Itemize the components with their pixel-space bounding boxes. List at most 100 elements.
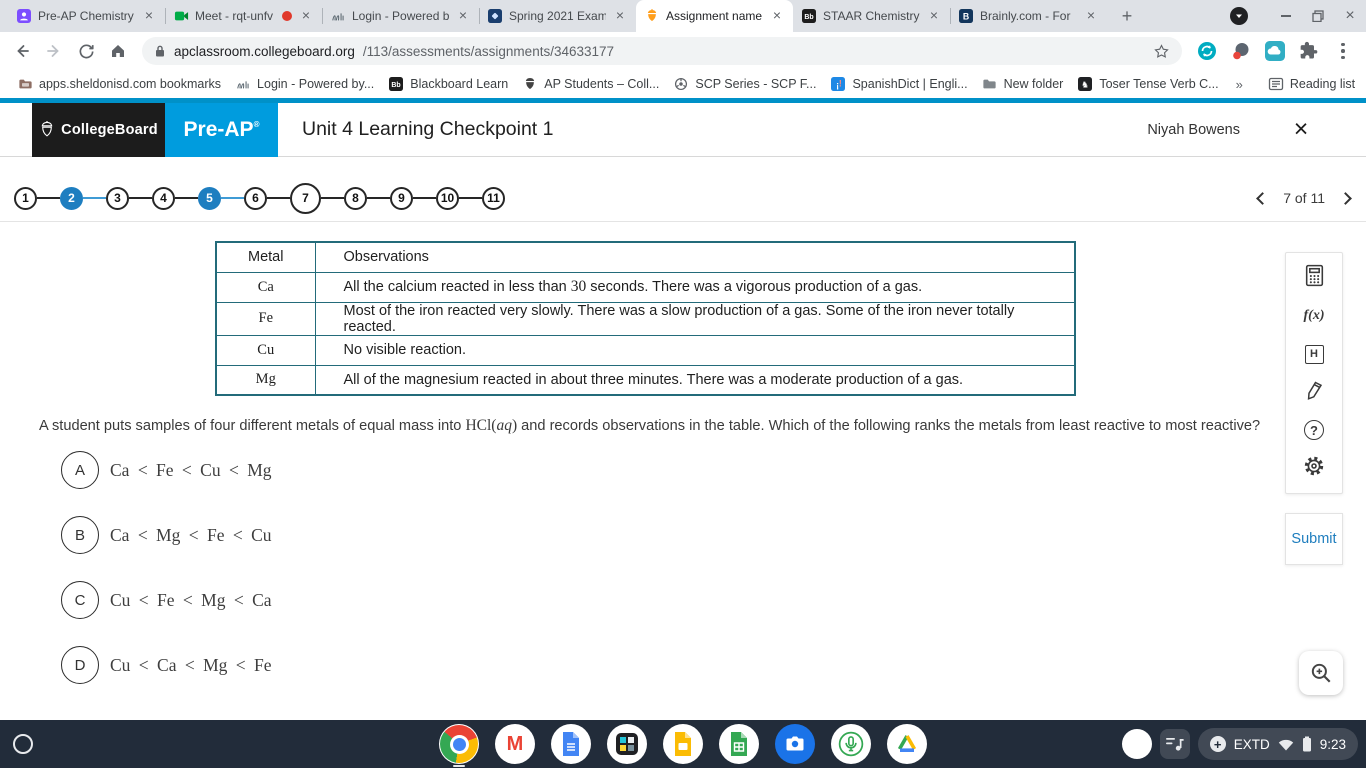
- observations-table: Metal Observations Ca All the calcium rea…: [215, 241, 1076, 396]
- notification-bubble[interactable]: [1121, 729, 1152, 759]
- option-b-radio[interactable]: B: [61, 516, 99, 554]
- tab-login-powered-b[interactable]: Login - Powered b ×: [322, 0, 479, 32]
- close-window-button[interactable]: ×: [1334, 0, 1366, 32]
- pen-icon: [1302, 378, 1326, 407]
- tab-close-icon[interactable]: ×: [1083, 8, 1099, 24]
- calculator-tool-button[interactable]: [1296, 261, 1332, 295]
- bookmark-spanishdict-engli[interactable]: ¡! SpanishDict | Engli...: [823, 73, 974, 95]
- url-host: apclassroom.collegeboard.org: [174, 43, 355, 59]
- chrome-icon: [440, 725, 478, 763]
- acorn-icon: [644, 8, 660, 24]
- shelf-app-camera[interactable]: [775, 724, 815, 764]
- help-tool-button[interactable]: ?: [1296, 413, 1332, 447]
- next-question-button[interactable]: [1339, 191, 1352, 205]
- bookmark-ap-students-coll[interactable]: AP Students – Coll...: [515, 73, 666, 95]
- submit-button[interactable]: Submit: [1291, 531, 1336, 547]
- home-button[interactable]: [104, 37, 132, 65]
- question-4[interactable]: 4: [152, 186, 175, 210]
- extensions-button[interactable]: [1294, 36, 1324, 66]
- tab-close-icon[interactable]: ×: [612, 8, 628, 24]
- calculator-icon: [1302, 263, 1327, 293]
- browser-menu-button[interactable]: [1328, 36, 1358, 66]
- bookmarks-list: apps.sheldonisd.com bookmarks Login - Pow…: [10, 73, 1226, 95]
- browser-profile-button[interactable]: [1230, 7, 1248, 25]
- question-8[interactable]: 8: [344, 186, 367, 210]
- function-tool-button[interactable]: f(x): [1296, 299, 1332, 333]
- options-list: A Ca < Fe < Cu < Mg B Ca < Mg < Fe < Cu C Cu …: [61, 451, 272, 684]
- preap-badge: Pre-AP ®: [165, 102, 278, 157]
- observation-cell: All of the magnesium reacted in about th…: [314, 364, 1076, 396]
- bookmark-new-folder[interactable]: New folder: [975, 73, 1071, 95]
- network-badge: EXTD: [1233, 736, 1270, 752]
- shelf-app-sheets[interactable]: [719, 724, 759, 764]
- question-11[interactable]: 11: [482, 186, 505, 210]
- tab-brainly-com-for[interactable]: B Brainly.com - For ×: [950, 0, 1107, 32]
- pen-tool-button[interactable]: [1296, 375, 1332, 409]
- script-icon: [330, 8, 346, 24]
- question-6[interactable]: 6: [244, 186, 267, 210]
- bookmark-apps-sheldonisd-com-bookmarks[interactable]: apps.sheldonisd.com bookmarks: [10, 73, 228, 95]
- forward-button[interactable]: [40, 37, 68, 65]
- question-9[interactable]: 9: [390, 186, 413, 210]
- bookmark-star-button[interactable]: [1153, 43, 1170, 60]
- shelf-app-gmail[interactable]: M: [495, 724, 535, 764]
- tab-spring-2021-exam[interactable]: Spring 2021 Exam ×: [479, 0, 636, 32]
- shelf-app-chrome[interactable]: [439, 724, 479, 764]
- bookmark-login-powered-by[interactable]: Login - Powered by...: [228, 73, 381, 95]
- shelf-app-drive[interactable]: [887, 724, 927, 764]
- question-1[interactable]: 1: [14, 186, 37, 210]
- tab-close-icon[interactable]: ×: [141, 8, 157, 24]
- close-assessment-button[interactable]: ×: [1286, 115, 1316, 144]
- tab-pre-ap-chemistry[interactable]: Pre-AP Chemistry ×: [8, 0, 165, 32]
- reload-button[interactable]: [72, 37, 100, 65]
- minimize-button[interactable]: [1270, 0, 1302, 32]
- extension-sync-button[interactable]: [1192, 36, 1222, 66]
- reading-list-button[interactable]: Reading list: [1261, 73, 1362, 95]
- tool-rail: f(x) H?: [1285, 252, 1343, 494]
- bookmarks-overflow-button[interactable]: »: [1226, 77, 1253, 92]
- svg-text:♞: ♞: [1081, 81, 1089, 91]
- person-icon: [16, 8, 32, 24]
- scp-icon: [673, 76, 689, 92]
- media-controls-button[interactable]: [1159, 729, 1190, 759]
- periodic-table-tool-button[interactable]: H: [1296, 337, 1332, 371]
- tab-staar-chemistry[interactable]: Bb STAAR Chemistry ×: [793, 0, 950, 32]
- bookmark-blackboard-learn[interactable]: Bb Blackboard Learn: [381, 73, 515, 95]
- question-2[interactable]: 2: [60, 186, 83, 210]
- previous-question-button[interactable]: [1256, 191, 1270, 205]
- option-a-radio[interactable]: A: [61, 451, 99, 489]
- question-5[interactable]: 5: [198, 186, 221, 210]
- option-c-radio[interactable]: C: [61, 581, 99, 619]
- restore-button[interactable]: [1302, 0, 1334, 32]
- zoom-button[interactable]: [1299, 651, 1343, 695]
- folder-icon: [982, 76, 998, 92]
- extension-cloud-button[interactable]: [1260, 36, 1290, 66]
- shelf-app-docs[interactable]: [551, 724, 591, 764]
- new-tab-button[interactable]: +: [1113, 2, 1141, 30]
- question-10[interactable]: 10: [436, 186, 459, 210]
- question-navigation: 1 2 3 4 5 6 7 8 9 10 11 7 of 11: [0, 157, 1366, 222]
- shelf-app-recorder[interactable]: [831, 724, 871, 764]
- clock: 9:23: [1319, 736, 1346, 752]
- extension-ink-button[interactable]: [1226, 36, 1256, 66]
- status-area[interactable]: + EXTD 9:23: [1197, 728, 1358, 760]
- shelf-app-slides[interactable]: [663, 724, 703, 764]
- settings-tool-button[interactable]: [1296, 451, 1332, 485]
- bookmark-scp-series-scp-f[interactable]: SCP Series - SCP F...: [666, 73, 823, 95]
- tab-title: Login - Powered b: [352, 9, 449, 23]
- tab-close-icon[interactable]: ×: [298, 8, 314, 24]
- option-d-radio[interactable]: D: [61, 646, 99, 684]
- question-3[interactable]: 3: [106, 186, 129, 210]
- tab-close-icon[interactable]: ×: [455, 8, 471, 24]
- tab-assignment-name[interactable]: Assignment name ×: [636, 0, 793, 32]
- question-7-current[interactable]: 7: [290, 182, 321, 214]
- tab-close-icon[interactable]: ×: [926, 8, 942, 24]
- tab-close-icon[interactable]: ×: [769, 8, 785, 24]
- shelf-app-capture[interactable]: [607, 724, 647, 764]
- bookmark-toser-tense-verb-c[interactable]: ♞ Toser Tense Verb C...: [1070, 73, 1225, 95]
- address-bar[interactable]: apclassroom.collegeboard.org/113/assessm…: [142, 37, 1182, 65]
- question-link-6-7: [267, 197, 290, 199]
- tab-meet-rqt-unfv[interactable]: Meet - rqt-unfv ×: [165, 0, 322, 32]
- table-row-fe: Fe Most of the iron reacted very slowly. …: [215, 301, 1076, 336]
- back-button[interactable]: [8, 37, 36, 65]
